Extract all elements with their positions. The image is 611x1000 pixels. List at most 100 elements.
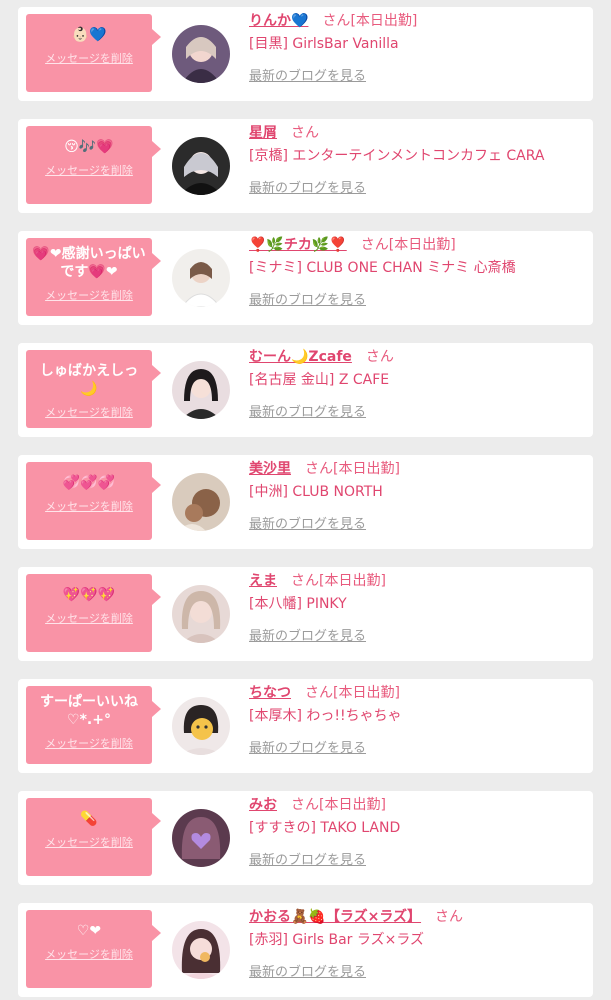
entry-info: 星屑 さん [京橋] エンターテインメントコンカフェ CARA 最新のブログを見る: [249, 123, 585, 196]
status-badge: [本日出勤]: [333, 461, 400, 477]
delete-message-link[interactable]: メッセージを削除: [26, 498, 152, 514]
avatar-photo-icon: [172, 697, 230, 755]
avatar[interactable]: [172, 137, 230, 195]
message-list: 👶🏻💙 メッセージを削除 りんか💙 さん[本日出勤] [目黒] GirlsBar …: [0, 0, 611, 1000]
latest-blog-link[interactable]: 最新のブログを見る: [249, 289, 366, 308]
message-bubble: 😚🎶💗 メッセージを削除: [26, 126, 161, 204]
status-badge: [本日出勤]: [388, 237, 456, 253]
entry-info: かおる🧸🍓【ラズ×ラズ】 さん [赤羽] Girls Bar ラズ×ラズ 最新のブ…: [249, 907, 585, 980]
list-item: 💖💖💖 メッセージを削除 えま さん[本日出勤] [本八幡] PINKY 最新のブ…: [18, 567, 593, 661]
avatar-photo-icon: [172, 921, 230, 979]
avatar-photo-icon: [172, 249, 230, 307]
honorific: さん: [365, 349, 394, 365]
delete-message-link[interactable]: メッセージを削除: [26, 50, 152, 66]
list-item: すーぱーいいね ♡*.+° メッセージを削除 ちなつ さん[本日出勤] [本厚木]…: [18, 679, 593, 773]
message-bubble: 👶🏻💙 メッセージを削除: [26, 14, 161, 92]
latest-blog-link[interactable]: 最新のブログを見る: [249, 177, 366, 196]
latest-blog-link[interactable]: 最新のブログを見る: [249, 849, 366, 868]
avatar-photo-icon: [172, 25, 230, 83]
list-item: 😚🎶💗 メッセージを削除 星屑 さん [京橋] エンターテインメントコンカフェ C…: [18, 119, 593, 213]
list-item: 👶🏻💙 メッセージを削除 りんか💙 さん[本日出勤] [目黒] GirlsBar …: [18, 7, 593, 101]
latest-blog-link[interactable]: 最新のブログを見る: [249, 961, 366, 980]
honorific: さん: [305, 685, 333, 701]
status-badge: [本日出勤]: [319, 797, 386, 813]
shop-name: [中洲] CLUB NORTH: [249, 484, 383, 500]
latest-blog-link[interactable]: 最新のブログを見る: [249, 737, 366, 756]
honorific: さん: [291, 797, 319, 813]
avatar[interactable]: [172, 473, 230, 531]
delete-message-link[interactable]: メッセージを削除: [26, 404, 152, 420]
cast-name-link[interactable]: りんか💙: [249, 13, 308, 29]
latest-blog-link[interactable]: 最新のブログを見る: [249, 625, 366, 644]
avatar[interactable]: [172, 697, 230, 755]
latest-blog-link[interactable]: 最新のブログを見る: [249, 65, 366, 84]
honorific: さん: [435, 909, 464, 925]
avatar-photo-icon: [172, 809, 230, 867]
avatar[interactable]: [172, 25, 230, 83]
shop-name: [京橋] エンターテインメントコンカフェ CARA: [249, 148, 545, 164]
status-badge: [本日出勤]: [319, 573, 386, 589]
list-item: しゅばかえしっ🌙 メッセージを削除 むーん🌙Zcafe さん [名古屋 金山] Z…: [18, 343, 593, 437]
cast-name-link[interactable]: むーん🌙Zcafe: [249, 349, 352, 365]
message-bubble: 💊 メッセージを削除: [26, 798, 161, 876]
latest-blog-link[interactable]: 最新のブログを見る: [249, 401, 366, 420]
avatar-photo-icon: [172, 361, 230, 419]
message-text: すーぱーいいね ♡*.+°: [40, 694, 138, 728]
avatar[interactable]: [172, 361, 230, 419]
avatar[interactable]: [172, 249, 230, 307]
list-item: 💗❤感謝いっぱいです💗❤ メッセージを削除 ❣️🌿チカ🌿❣️ さん[本日出勤] […: [18, 231, 593, 325]
list-item: 💞💞💞 メッセージを削除 美沙里 さん[本日出勤] [中洲] CLUB NORTH…: [18, 455, 593, 549]
shop-name: [名古屋 金山] Z CAFE: [249, 372, 390, 388]
shop-name: [すすきの] TAKO LAND: [249, 820, 401, 836]
entry-info: みお さん[本日出勤] [すすきの] TAKO LAND 最新のブログを見る: [249, 795, 585, 868]
cast-name-link[interactable]: みお: [249, 797, 277, 813]
message-text: しゅばかえしっ🌙: [39, 363, 139, 397]
cast-name-link[interactable]: 星屑: [249, 125, 277, 141]
latest-blog-link[interactable]: 最新のブログを見る: [249, 513, 366, 532]
list-item: 💊 メッセージを削除 みお さん[本日出勤] [すすきの] TAKO LAND 最…: [18, 791, 593, 885]
avatar[interactable]: [172, 585, 230, 643]
avatar[interactable]: [172, 809, 230, 867]
message-bubble: すーぱーいいね ♡*.+° メッセージを削除: [26, 686, 161, 764]
message-bubble: しゅばかえしっ🌙 メッセージを削除: [26, 350, 161, 428]
avatar[interactable]: [172, 921, 230, 979]
delete-message-link[interactable]: メッセージを削除: [26, 610, 152, 626]
status-badge: [本日出勤]: [333, 685, 400, 701]
honorific: さん: [305, 461, 333, 477]
entry-info: むーん🌙Zcafe さん [名古屋 金山] Z CAFE 最新のブログを見る: [249, 347, 585, 420]
list-item: ♡❤︎ メッセージを削除 かおる🧸🍓【ラズ×ラズ】 さん [赤羽] Girls B…: [18, 903, 593, 997]
entry-info: ❣️🌿チカ🌿❣️ さん[本日出勤] [ミナミ] CLUB ONE CHAN ミナミ…: [249, 235, 585, 308]
message-bubble: 💗❤感謝いっぱいです💗❤ メッセージを削除: [26, 238, 161, 316]
message-text: 💖💖💖: [62, 587, 116, 603]
delete-message-link[interactable]: メッセージを削除: [26, 834, 152, 850]
delete-message-link[interactable]: メッセージを削除: [26, 162, 152, 178]
shop-name: [ミナミ] CLUB ONE CHAN ミナミ 心斎橋: [249, 260, 516, 276]
message-text: 💊: [80, 811, 98, 827]
shop-name: [目黒] GirlsBar Vanilla: [249, 36, 399, 52]
cast-name-link[interactable]: かおる🧸🍓【ラズ×ラズ】: [249, 909, 421, 925]
honorific: さん: [322, 13, 351, 29]
message-bubble: ♡❤︎ メッセージを削除: [26, 910, 161, 988]
message-text: 💗❤感謝いっぱいです💗❤: [32, 246, 146, 280]
delete-message-link[interactable]: メッセージを削除: [26, 287, 152, 303]
shop-name: [本厚木] わっ!!ちゃちゃ: [249, 708, 402, 724]
honorific: さん: [291, 125, 319, 141]
delete-message-link[interactable]: メッセージを削除: [26, 946, 152, 962]
message-text: 😚🎶💗: [64, 139, 114, 155]
cast-name-link[interactable]: 美沙里: [249, 461, 291, 477]
honorific: さん: [360, 237, 389, 253]
entry-info: 美沙里 さん[本日出勤] [中洲] CLUB NORTH 最新のブログを見る: [249, 459, 585, 532]
avatar-photo-icon: [172, 585, 230, 643]
cast-name-link[interactable]: ❣️🌿チカ🌿❣️: [249, 237, 347, 253]
message-text: 👶🏻💙: [71, 27, 107, 43]
message-bubble: 💞💞💞 メッセージを削除: [26, 462, 161, 540]
avatar-photo-icon: [172, 137, 230, 195]
delete-message-link[interactable]: メッセージを削除: [26, 735, 152, 751]
message-text: 💞💞💞: [62, 475, 116, 491]
status-badge: [本日出勤]: [350, 13, 418, 29]
cast-name-link[interactable]: ちなつ: [249, 685, 291, 701]
entry-info: えま さん[本日出勤] [本八幡] PINKY 最新のブログを見る: [249, 571, 585, 644]
cast-name-link[interactable]: えま: [249, 573, 277, 589]
honorific: さん: [291, 573, 319, 589]
shop-name: [本八幡] PINKY: [249, 596, 347, 612]
